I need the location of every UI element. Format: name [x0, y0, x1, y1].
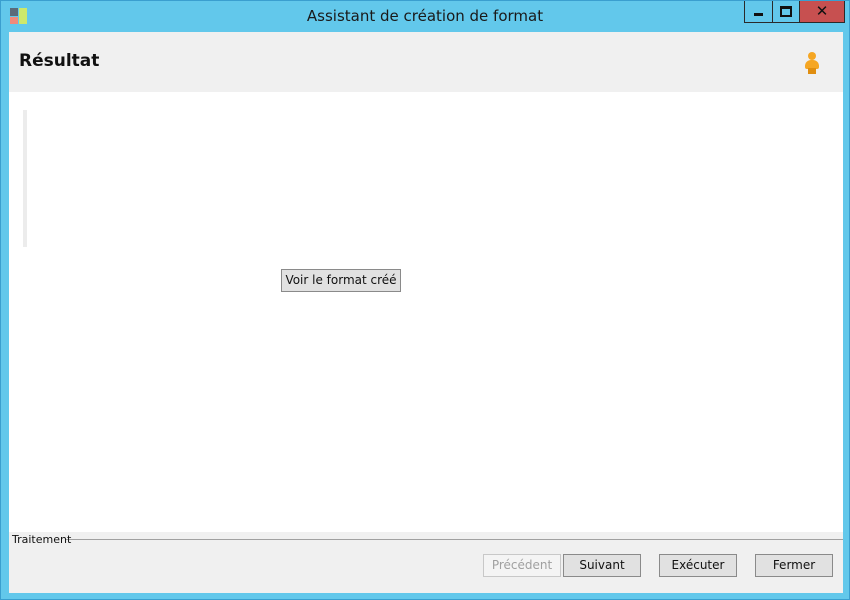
close-window-button[interactable]: ✕ — [799, 1, 845, 23]
next-button[interactable]: Suivant — [563, 554, 641, 577]
group-label: Traitement — [12, 533, 72, 546]
processing-group: Traitement Précédent Suivant Exécuter Fe… — [9, 532, 843, 593]
minimize-button[interactable] — [744, 1, 773, 23]
user-icon — [803, 52, 821, 74]
maximize-icon — [780, 6, 792, 17]
vertical-divider — [23, 110, 27, 247]
maximize-button[interactable] — [772, 1, 800, 23]
page-title: Résultat — [19, 51, 100, 71]
wizard-header: Résultat — [9, 32, 843, 92]
window-title: Assistant de création de format — [306, 7, 544, 25]
previous-button[interactable]: Précédent — [483, 554, 561, 577]
application-window: Assistant de création de format ✕ Résult… — [0, 0, 850, 600]
wizard-content: Résultat Voir le format créé Traitement … — [9, 32, 843, 593]
close-button[interactable]: Fermer — [755, 554, 833, 577]
minimize-icon — [754, 13, 763, 16]
execute-button[interactable]: Exécuter — [659, 554, 737, 577]
title-bar[interactable]: Assistant de création de format ✕ — [1, 1, 849, 31]
view-created-format-button[interactable]: Voir le format créé — [281, 269, 401, 292]
group-divider — [65, 539, 843, 540]
close-icon: ✕ — [815, 2, 829, 20]
